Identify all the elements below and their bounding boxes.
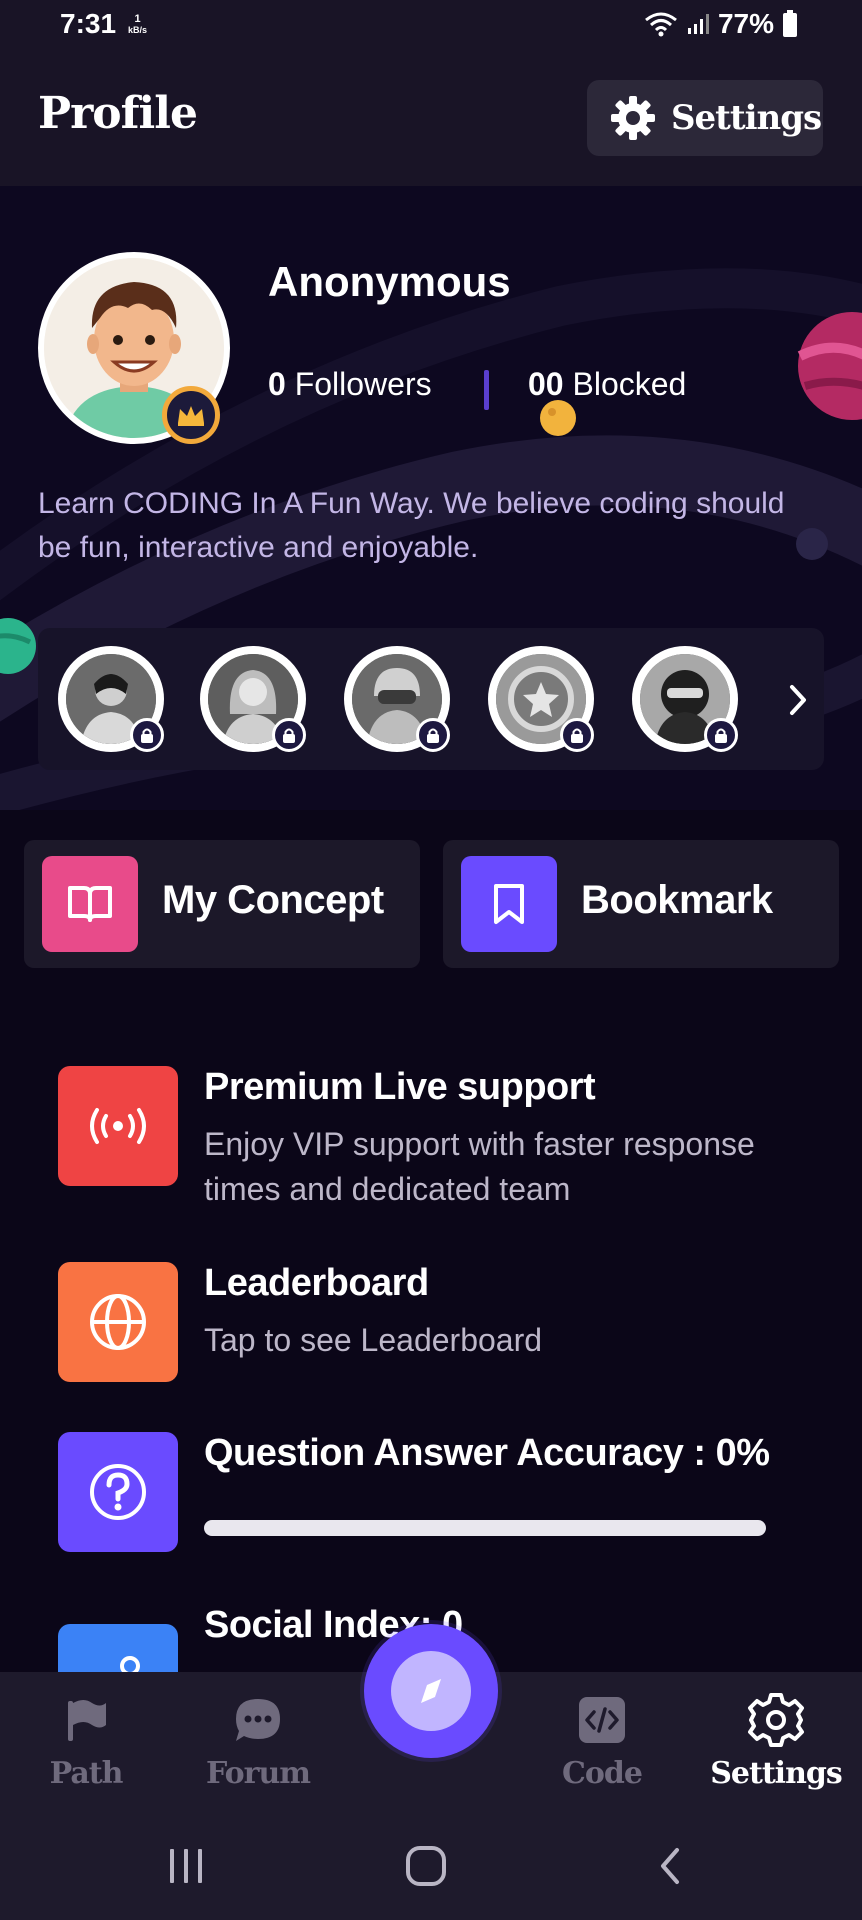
nav-settings[interactable]: Settings <box>706 1690 846 1791</box>
premium-support-desc: Enjoy VIP support with faster response t… <box>204 1126 755 1207</box>
compass-icon <box>421 1679 441 1703</box>
gear-outline-icon <box>706 1690 846 1750</box>
globe-icon <box>90 1294 146 1350</box>
followers-label: Followers <box>294 366 432 402</box>
premium-support-item[interactable]: Premium Live support Enjoy VIP support w… <box>58 1066 818 1207</box>
page-title: Profile <box>38 88 198 139</box>
recent-apps-button[interactable] <box>156 1840 216 1892</box>
question-circle-icon <box>90 1464 146 1520</box>
share-icon <box>120 1656 140 1672</box>
bookmark-icon <box>494 884 524 924</box>
flag-icon <box>16 1690 156 1750</box>
settings-button-label: Settings <box>671 98 822 138</box>
my-concept-button[interactable]: My Concept <box>24 840 420 968</box>
nav-settings-label: Settings <box>710 1756 843 1791</box>
badges-next-button[interactable] <box>778 670 818 730</box>
badge-2[interactable] <box>200 646 306 752</box>
blocked-count: 00 <box>528 366 564 402</box>
status-time: 7:31 <box>60 8 117 39</box>
nav-path-label: Path <box>49 1756 124 1791</box>
nav-forum-label: Forum <box>205 1756 311 1791</box>
followers-stat[interactable]: 0 Followers <box>268 366 432 403</box>
battery-icon <box>783 10 797 37</box>
lock-icon <box>416 718 450 752</box>
lock-icon <box>704 718 738 752</box>
lock-icon <box>272 718 306 752</box>
signal-icon <box>687 14 709 34</box>
recent-apps-icon <box>170 1849 202 1883</box>
bookmark-label: Bookmark <box>581 878 773 922</box>
nav-forum[interactable]: Forum <box>188 1690 328 1791</box>
stat-divider <box>484 370 489 410</box>
lock-icon <box>130 718 164 752</box>
profile-hero: Anonymous 0 Followers 00 Blocked Learn C… <box>0 186 862 810</box>
home-button[interactable] <box>396 1840 456 1892</box>
badge-4[interactable] <box>488 646 594 752</box>
accuracy-title: Question Answer Accuracy : 0% <box>204 1432 770 1474</box>
chat-bubble-icon <box>188 1690 328 1750</box>
badge-5[interactable] <box>632 646 738 752</box>
leaderboard-desc: Tap to see Leaderboard <box>204 1322 543 1358</box>
wifi-icon <box>645 12 677 37</box>
settings-button[interactable]: Settings <box>587 80 823 156</box>
social-icon-tile <box>58 1624 178 1672</box>
accuracy-progress-bar <box>204 1520 766 1536</box>
system-nav-bar <box>0 1812 862 1920</box>
profile-bio: Learn CODING In A Fun Way. We believe co… <box>38 487 785 564</box>
chevron-right-icon <box>790 685 806 715</box>
network-speed-unit: kB/s <box>128 25 148 35</box>
blocked-stat[interactable]: 00 Blocked <box>528 366 686 403</box>
badge-1[interactable] <box>58 646 164 752</box>
followers-count: 0 <box>268 366 286 402</box>
bookmark-button[interactable]: Bookmark <box>443 840 839 968</box>
nav-code[interactable]: Code <box>532 1690 672 1791</box>
accuracy-icon-tile <box>58 1432 178 1552</box>
premium-support-title: Premium Live support <box>204 1066 596 1108</box>
badges-panel <box>38 628 824 770</box>
premium-crown-badge <box>162 386 220 444</box>
network-speed: 1 kB/s <box>128 14 147 36</box>
concept-icon-tile <box>42 856 138 952</box>
home-icon <box>406 1846 446 1886</box>
battery-percent: 77% <box>717 8 774 39</box>
nav-path[interactable]: Path <box>16 1690 156 1791</box>
broadcast-icon <box>90 1108 146 1144</box>
nav-code-label: Code <box>562 1756 643 1791</box>
crown-icon <box>178 406 204 426</box>
network-speed-value: 1 <box>134 13 141 25</box>
support-icon-tile <box>58 1066 178 1186</box>
gear-icon <box>611 96 655 140</box>
my-concept-label: My Concept <box>162 878 384 922</box>
explore-fab-button[interactable] <box>364 1624 498 1758</box>
leaderboard-title: Leaderboard <box>204 1262 429 1304</box>
back-chevron-icon <box>661 1848 679 1884</box>
badge-3[interactable] <box>344 646 450 752</box>
leaderboard-icon-tile <box>58 1262 178 1382</box>
open-book-icon <box>68 886 112 922</box>
lock-icon <box>560 718 594 752</box>
user-name: Anonymous <box>268 258 511 305</box>
app-bar: Profile Settings <box>0 58 862 186</box>
status-icons: 77% <box>644 8 798 40</box>
fab-inner <box>391 1651 471 1731</box>
profile-screen: 7:31 1 kB/s 77% Profile Settings Anonymo… <box>0 0 862 1920</box>
bookmark-icon-tile <box>461 856 557 952</box>
blocked-label: Blocked <box>572 366 687 402</box>
status-bar: 7:31 1 kB/s 77% <box>0 0 862 58</box>
accuracy-item[interactable]: Question Answer Accuracy : 0% <box>58 1432 818 1552</box>
back-button[interactable] <box>640 1840 700 1892</box>
leaderboard-item[interactable]: Leaderboard Tap to see Leaderboard <box>58 1262 818 1382</box>
code-icon <box>532 1690 672 1750</box>
